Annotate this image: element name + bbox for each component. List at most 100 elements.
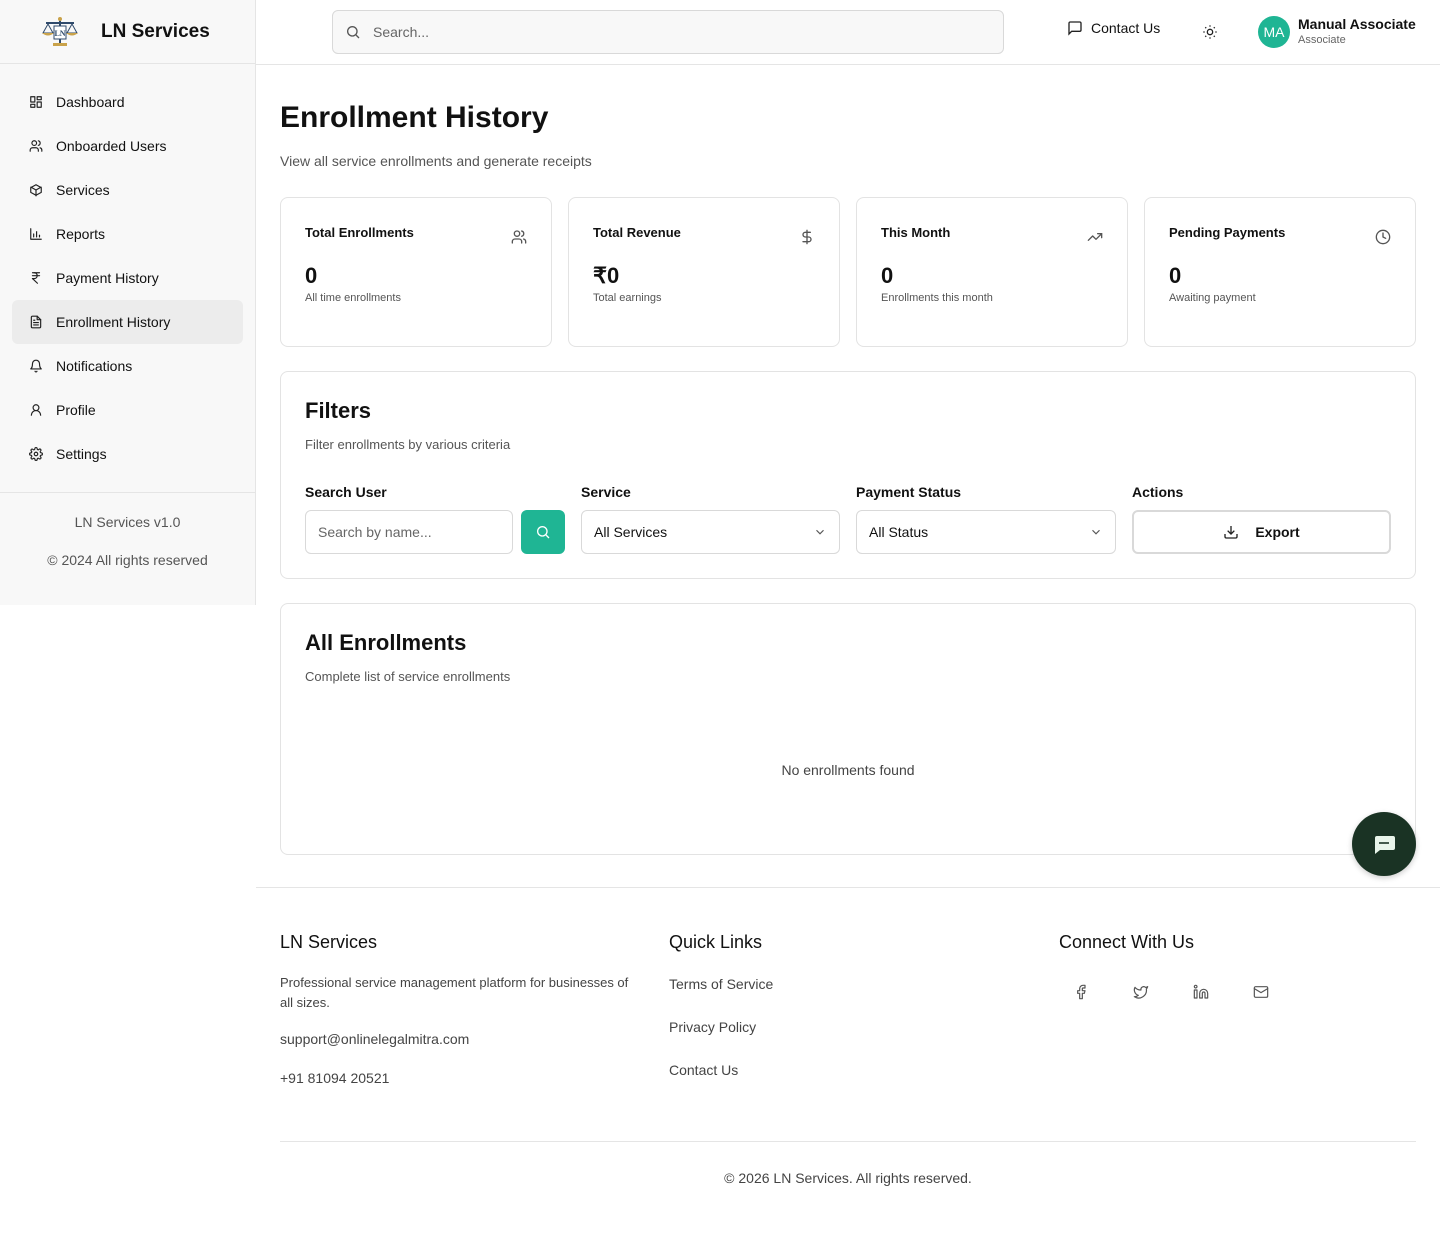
stat-label: Pending Payments [1169,225,1286,240]
dashboard-icon [29,95,43,109]
twitter-icon[interactable] [1133,983,1149,999]
trending-up-icon [1087,229,1103,245]
export-button[interactable]: Export [1132,510,1391,554]
app-version: LN Services v1.0 [74,514,181,530]
stat-card-this-month: This Month 0 Enrollments this month [856,197,1128,347]
stat-label: Total Enrollments [305,225,414,240]
svg-text:LN: LN [54,29,65,38]
rupee-icon [29,271,43,285]
stat-caption: All time enrollments [305,292,401,304]
enrollments-subtitle: Complete list of service enrollments [305,669,511,684]
sidebar-item-label: Payment History [56,270,159,286]
bar-chart-icon [29,227,43,241]
service-select[interactable]: All Services [581,510,840,554]
service-select-value: All Services [594,524,668,540]
chat-bubble-icon [1375,836,1395,854]
search-user-label: Search User [305,484,387,500]
search-user-input[interactable] [318,524,498,540]
sidebar-item-notifications[interactable]: Notifications [12,344,243,388]
stat-caption: Enrollments this month [881,292,993,304]
sidebar-item-settings[interactable]: Settings [12,432,243,476]
footer-connect: Connect With Us [1059,932,1313,1000]
search-user-button[interactable] [521,510,565,554]
footer-email[interactable]: support@onlinelegalmitra.com [280,1031,640,1047]
stat-caption: Awaiting payment [1169,292,1256,304]
footer-quick-links: Quick Links Terms of Service Privacy Pol… [669,932,773,1078]
search-icon [347,26,360,39]
package-icon [29,183,43,197]
empty-state-message: No enrollments found [781,762,915,778]
scales-logo-icon: LN [40,14,80,50]
sidebar-item-label: Settings [56,446,107,462]
page-title: Enrollment History [280,101,549,134]
actions-label: Actions [1132,484,1184,500]
footer-brand: LN Services [280,932,378,952]
global-search[interactable] [332,10,1004,54]
download-icon [1224,526,1238,539]
brand[interactable]: LN LN Services [0,0,255,64]
footer-description: Professional service management platform… [280,975,629,1010]
chevron-down-icon [816,529,824,535]
filters-subtitle: Filter enrollments by various criteria [305,437,511,452]
mail-icon[interactable] [1253,983,1269,999]
sidebar-item-profile[interactable]: Profile [12,388,243,432]
contact-us-button[interactable]: Contact Us [1067,20,1160,36]
service-label: Service [581,484,631,500]
sidebar-item-label: Notifications [56,358,133,374]
user-role: Associate [1298,34,1346,46]
payment-status-label: Payment Status [856,484,962,500]
chevron-down-icon [1092,529,1100,535]
stat-label: This Month [881,225,951,240]
user-name: Manual Associate [1298,16,1416,32]
sidebar-item-label: Reports [56,226,106,242]
page-subtitle: View all service enrollments and generat… [280,153,592,169]
sidebar-item-enrollment-history[interactable]: Enrollment History [12,300,243,344]
chat-button[interactable] [1352,812,1416,876]
terms-link[interactable]: Terms of Service [669,976,773,992]
contact-link[interactable]: Contact Us [669,1062,773,1078]
filters-title: Filters [305,398,372,423]
user-icon [29,403,43,417]
footer-about: LN Services Professional service managem… [280,932,640,1086]
stat-card-pending-payments: Pending Payments 0 Awaiting payment [1144,197,1416,347]
stat-caption: Total earnings [593,292,662,304]
sidebar: LN LN Services Dashboard Onboarded Users… [0,0,256,605]
search-user-field[interactable] [305,510,513,554]
stat-value: 0 [1169,263,1182,288]
footer-divider [280,1141,1416,1142]
file-text-icon [29,315,43,329]
filters-card: Filters Filter enrollments by various cr… [280,371,1416,579]
export-label: Export [1255,524,1300,540]
payment-status-value: All Status [869,524,929,540]
gear-icon [29,447,43,461]
avatar[interactable]: MA [1258,16,1290,48]
payment-status-select[interactable]: All Status [856,510,1116,554]
sidebar-item-label: Enrollment History [56,314,171,330]
theme-toggle-sun-icon[interactable] [1202,24,1218,40]
privacy-link[interactable]: Privacy Policy [669,1019,773,1035]
search-input[interactable] [373,24,973,40]
contact-us-label: Contact Us [1091,20,1161,36]
users-icon [29,139,43,153]
stat-label: Total Revenue [593,225,681,240]
sidebar-item-onboarded-users[interactable]: Onboarded Users [12,124,243,168]
sidebar-item-dashboard[interactable]: Dashboard [12,80,243,124]
top-header: Contact Us MA Manual Associate Associate [256,0,1440,65]
stat-value: 0 [881,263,894,288]
bell-icon [29,359,43,373]
sidebar-item-payment-history[interactable]: Payment History [12,256,243,300]
sidebar-item-services[interactable]: Services [12,168,243,212]
clock-icon [1375,229,1391,245]
linkedin-icon[interactable] [1193,983,1209,999]
sidebar-item-reports[interactable]: Reports [12,212,243,256]
enrollments-card: All Enrollments Complete list of service… [280,603,1416,855]
facebook-icon[interactable] [1073,983,1089,1000]
social-links [1073,983,1313,1000]
sidebar-item-label: Dashboard [56,94,125,110]
stat-card-total-enrollments: Total Enrollments 0 All time enrollments [280,197,552,347]
user-menu[interactable]: Manual Associate Associate [1298,16,1416,46]
stat-value: ₹0 [593,263,620,288]
footer-copyright: © 2026 LN Services. All rights reserved. [724,1170,972,1186]
sidebar-copyright: © 2024 All rights reserved [47,552,208,568]
footer-phone[interactable]: +91 81094 20521 [280,1070,640,1086]
